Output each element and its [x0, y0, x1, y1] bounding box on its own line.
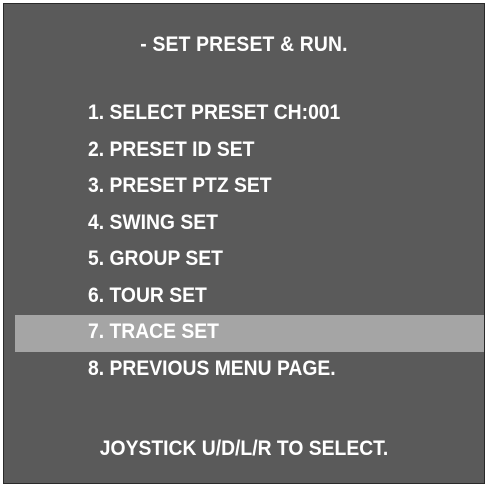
- menu-item-label: 8. PREVIOUS MENU PAGE.: [88, 356, 336, 380]
- menu-item-label: 7. TRACE SET: [88, 320, 219, 343]
- menu-item-label: 3. PRESET PTZ SET: [88, 174, 272, 197]
- menu-item-label: 6. TOUR SET: [88, 283, 207, 307]
- menu-item-trace-set[interactable]: 7. TRACE SET: [15, 315, 484, 352]
- menu-item-label: 5. GROUP SET: [88, 247, 223, 270]
- menu-item-swing-set[interactable]: 4. SWING SET: [4, 206, 484, 243]
- menu-item-preset-id-set[interactable]: 2. PRESET ID SET: [4, 133, 484, 170]
- menu-list: 1. SELECT PRESET CH:001 2. PRESET ID SET…: [4, 96, 484, 388]
- menu-title: - SET PRESET & RUN.: [140, 33, 348, 56]
- menu-item-group-set[interactable]: 5. GROUP SET: [4, 242, 484, 279]
- menu-footer-hint: JOYSTICK U/D/L/R TO SELECT.: [99, 437, 389, 460]
- osd-menu-screen: - SET PRESET & RUN. 1. SELECT PRESET CH:…: [3, 3, 485, 484]
- menu-item-tour-set[interactable]: 6. TOUR SET: [4, 279, 484, 316]
- menu-item-previous-menu-page[interactable]: 8. PREVIOUS MENU PAGE.: [4, 352, 484, 389]
- menu-item-preset-ptz-set[interactable]: 3. PRESET PTZ SET: [4, 169, 484, 206]
- menu-item-select-preset-ch[interactable]: 1. SELECT PRESET CH:001: [4, 96, 484, 133]
- menu-item-label: 2. PRESET ID SET: [88, 137, 255, 161]
- menu-item-label: 4. SWING SET: [88, 210, 218, 234]
- menu-item-label: 1. SELECT PRESET CH:001: [88, 101, 341, 124]
